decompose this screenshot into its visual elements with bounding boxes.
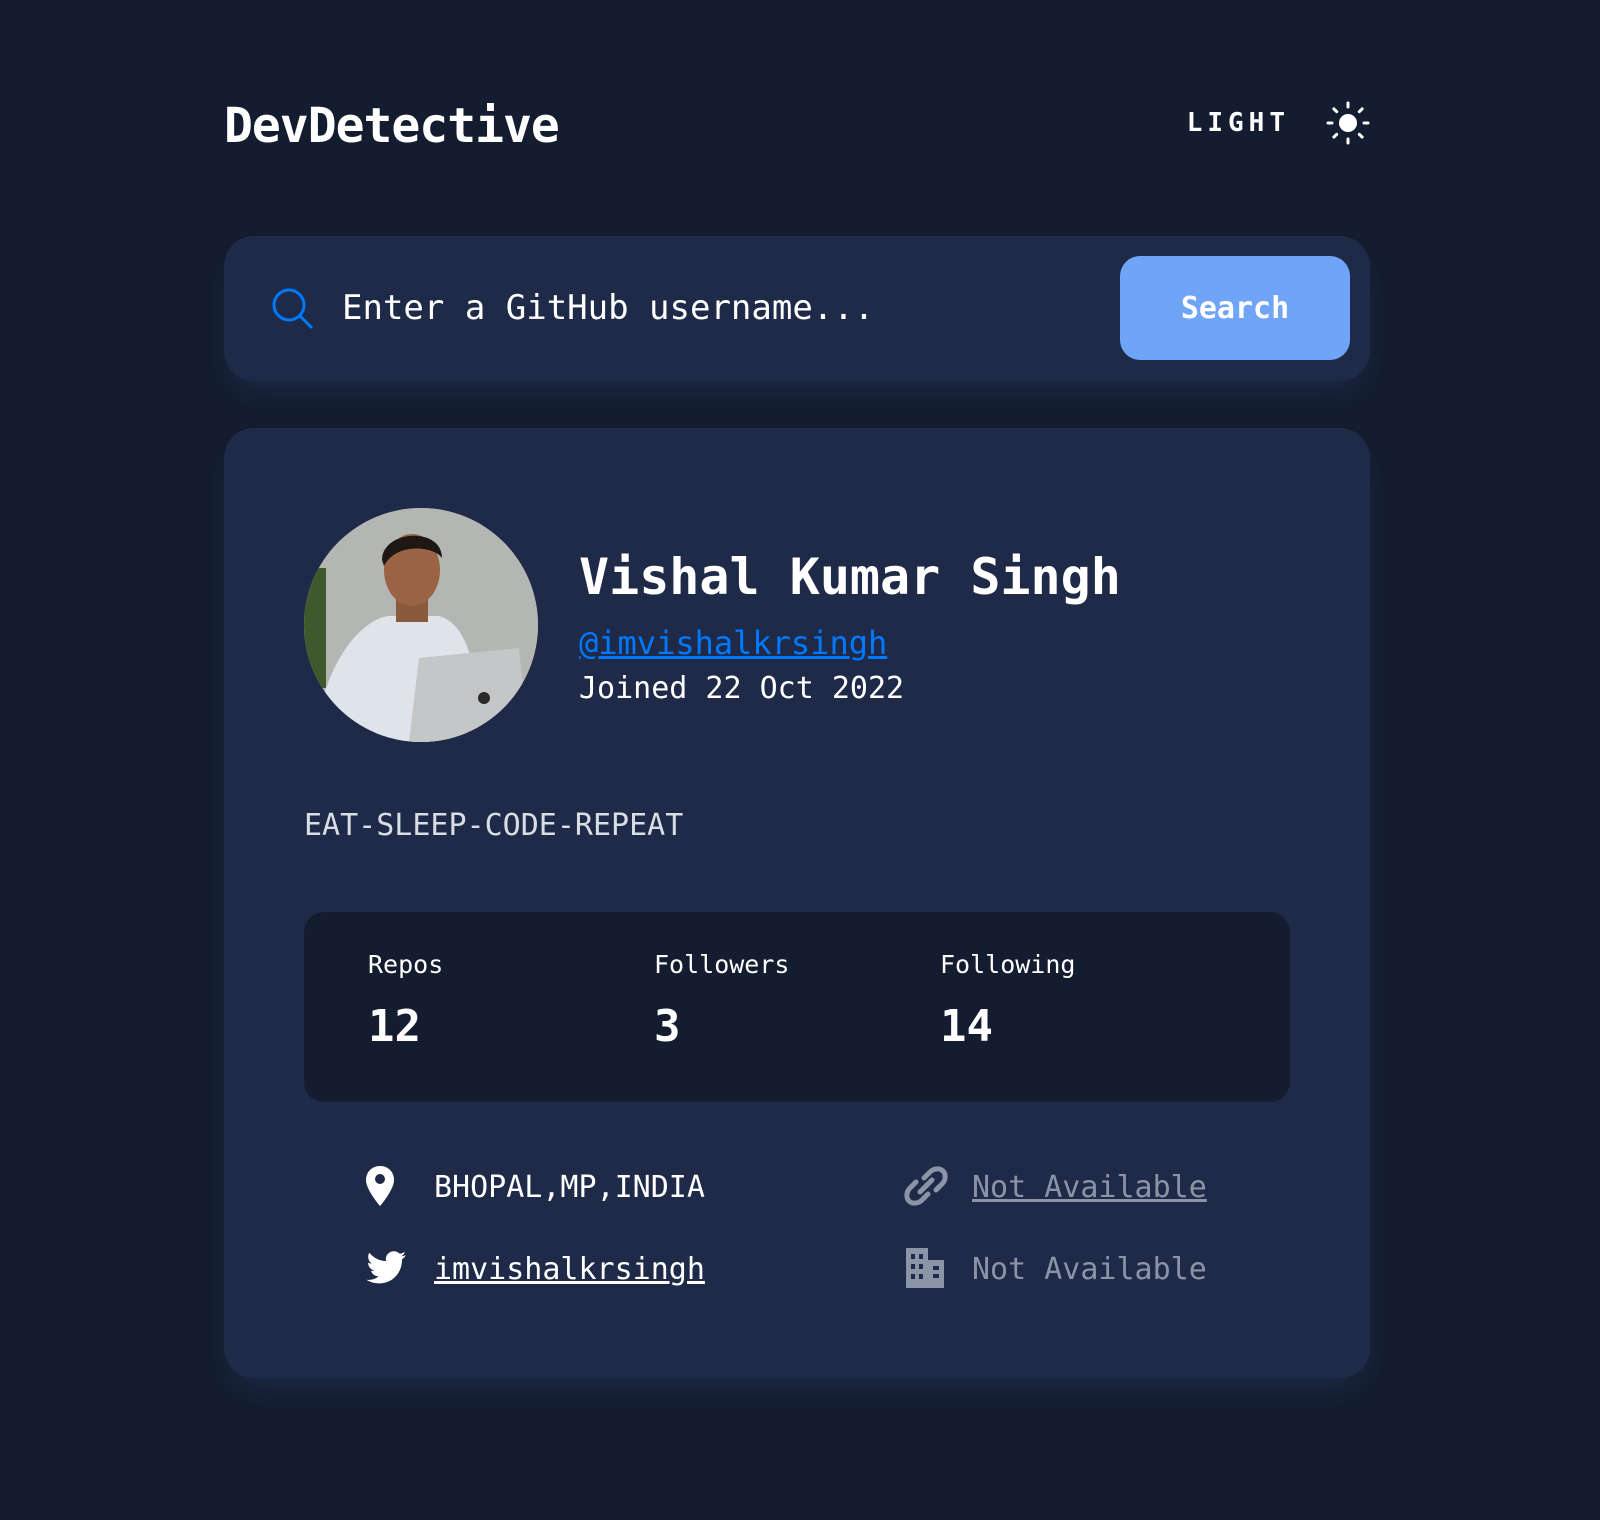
link-icon [904, 1166, 948, 1206]
stats-panel: Repos 12 Followers 3 Following 14 [304, 912, 1290, 1102]
info-twitter: imvishalkrsingh [366, 1246, 786, 1296]
info-website: Not Available [904, 1164, 1284, 1214]
profile-joined-date: Joined 22 Oct 2022 [579, 671, 905, 706]
profile-name: Vishal Kumar Singh [579, 548, 1121, 606]
stat-label: Repos [368, 950, 444, 979]
twitter-icon [366, 1251, 406, 1284]
location-text: BHOPAL,MP,INDIA [434, 1170, 705, 1205]
profile-handle-link[interactable]: @imvishalkrsingh [579, 624, 887, 662]
stat-value: 3 [654, 1001, 681, 1052]
theme-toggle-button[interactable]: LIGHT [1187, 98, 1370, 148]
stat-label: Followers [654, 950, 790, 979]
app-logo: DevDetective [224, 98, 560, 154]
avatar-image [304, 508, 538, 742]
company-text: Not Available [972, 1252, 1207, 1287]
location-pin-icon [366, 1166, 394, 1206]
stat-label: Following [940, 950, 1076, 979]
stat-value: 14 [940, 1001, 993, 1052]
stat-value: 12 [368, 1001, 421, 1052]
sun-icon [1326, 101, 1370, 145]
profile-card: Vishal Kumar Singh @imvishalkrsingh Join… [224, 428, 1370, 1378]
stat-following: Following 14 [940, 950, 1075, 1052]
info-location: BHOPAL,MP,INDIA [366, 1164, 786, 1214]
profile-bio: EAT-SLEEP-CODE-REPEAT [304, 808, 684, 843]
building-icon [906, 1248, 944, 1288]
search-bar: Search [224, 236, 1370, 381]
search-icon [272, 288, 313, 329]
search-input[interactable] [342, 276, 1082, 340]
stat-repos: Repos 12 [368, 950, 443, 1052]
avatar [304, 508, 538, 742]
info-company: Not Available [904, 1246, 1284, 1296]
website-link[interactable]: Not Available [972, 1170, 1207, 1205]
theme-toggle-label: LIGHT [1186, 108, 1290, 138]
search-button[interactable]: Search [1120, 256, 1350, 360]
header: DevDetective LIGHT [224, 92, 1370, 162]
stat-followers: Followers 3 [654, 950, 789, 1052]
twitter-link[interactable]: imvishalkrsingh [434, 1252, 705, 1287]
